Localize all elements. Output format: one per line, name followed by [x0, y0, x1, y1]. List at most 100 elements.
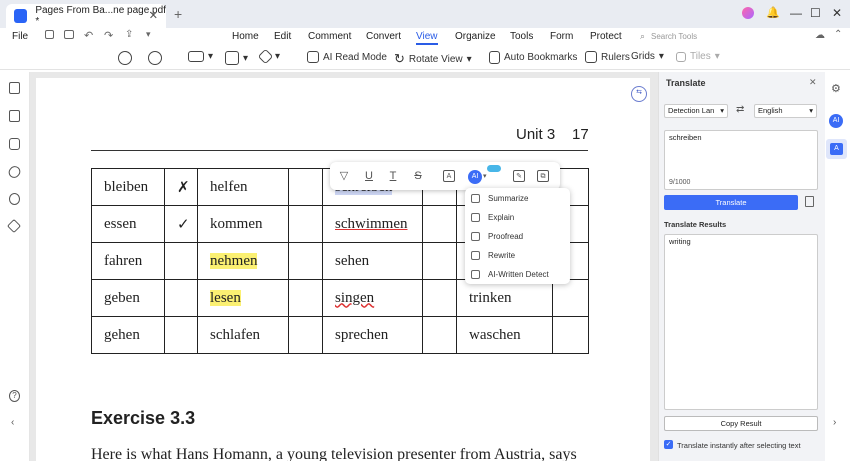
comments-icon[interactable]	[9, 138, 20, 150]
attachments-icon[interactable]	[6, 163, 23, 181]
menu-item-rewrite[interactable]: Rewrite	[471, 247, 515, 263]
source-language-value: Detection Lan	[668, 106, 715, 115]
bookmark-icon	[489, 51, 500, 64]
source-language-select[interactable]: Detection Lan ▾	[664, 104, 728, 118]
table-cell: lesen	[197, 279, 289, 317]
menu-item-label: Summarize	[488, 193, 529, 203]
auto-bookmarks-button[interactable]: Auto Bookmarks	[489, 51, 577, 64]
search-tools-input[interactable]: Search Tools	[651, 32, 697, 41]
edit-icon[interactable]: ✎	[513, 170, 525, 182]
table-cell: gehen	[91, 316, 165, 354]
ai-assistant-button[interactable]: AI	[468, 170, 482, 184]
menu-item-summarize[interactable]: Summarize	[471, 190, 528, 206]
table-cell	[164, 242, 198, 280]
quick-access-dropdown-icon[interactable]: ▾	[146, 29, 151, 40]
table-cell	[288, 168, 323, 206]
text-icon[interactable]: T	[387, 170, 399, 182]
maximize-button[interactable]: ☐	[810, 6, 821, 20]
table-cell: nehmen	[197, 242, 289, 280]
ai-dropdown-chevron-icon[interactable]: ▾	[483, 172, 487, 180]
copy-result-button[interactable]: Copy Result	[664, 416, 818, 431]
menu-tools[interactable]: Tools	[510, 31, 533, 42]
menu-item-label: Proofread	[488, 231, 524, 241]
table-cell: waschen	[456, 316, 553, 354]
undo-icon[interactable]: ↶	[84, 29, 93, 42]
rulers-button[interactable]: Rulers	[585, 51, 630, 63]
translate-button[interactable]: Translate	[664, 195, 798, 210]
chevron-down-icon: ▾	[720, 106, 724, 115]
search-icon[interactable]: ⌕	[640, 31, 645, 42]
pages-icon[interactable]	[9, 82, 20, 94]
properties-icon[interactable]: ⚙	[831, 82, 841, 95]
translate-float-icon[interactable]: ⇆	[631, 86, 647, 102]
save-icon[interactable]	[45, 30, 54, 39]
menu-item-ai-detect[interactable]: AI-Written Detect	[471, 266, 549, 282]
swap-languages-icon[interactable]: ⇄	[736, 104, 744, 115]
menu-organize[interactable]: Organize	[455, 31, 496, 42]
result-text: writing	[669, 237, 691, 246]
redo-icon[interactable]: ↷	[104, 29, 113, 42]
rotate-view-button[interactable]: ↻ Rotate View ▾	[394, 51, 472, 67]
search-panel-icon[interactable]	[9, 193, 20, 205]
zoom-out-icon[interactable]	[118, 51, 132, 65]
highlight-icon[interactable]: ▽	[338, 170, 350, 182]
panel-close-icon[interactable]: ✕	[809, 77, 817, 88]
presentation-icon[interactable]: ▾	[225, 51, 248, 65]
grids-button[interactable]: Grids ▾	[631, 51, 664, 62]
trash-icon[interactable]	[805, 196, 814, 207]
table-cell	[422, 279, 457, 317]
underline-icon[interactable]: U	[363, 170, 375, 182]
translate-icon: A	[830, 143, 843, 155]
cloud-upload-icon[interactable]: ☁	[815, 30, 825, 41]
avatar-icon[interactable]	[742, 7, 754, 19]
ai-new-badge	[487, 165, 501, 172]
menu-item-explain[interactable]: Explain	[471, 209, 514, 225]
tiles-icon	[676, 51, 686, 62]
strikethrough-icon[interactable]: S	[412, 170, 424, 182]
help-icon[interactable]: ?	[9, 390, 20, 402]
bookmarks-icon[interactable]	[9, 110, 20, 122]
instant-translate-label: Translate instantly after selecting text	[677, 441, 801, 450]
menu-item-proofread[interactable]: Proofread	[471, 228, 523, 244]
table-cell	[288, 279, 323, 317]
menu-home[interactable]: Home	[232, 31, 259, 42]
collapse-ribbon-icon[interactable]: ⌃	[834, 29, 842, 40]
menu-comment[interactable]: Comment	[308, 31, 351, 42]
table-cell: sprechen	[322, 316, 423, 354]
minimize-button[interactable]: —	[790, 6, 802, 20]
menu-view[interactable]: View	[416, 31, 438, 45]
notification-bell-icon[interactable]: 🔔	[766, 6, 780, 19]
menu-edit[interactable]: Edit	[274, 31, 291, 42]
add-text-icon[interactable]: A	[443, 170, 455, 182]
close-button[interactable]: ✕	[832, 6, 842, 20]
zoom-in-icon[interactable]	[148, 51, 162, 65]
page-display-icon[interactable]: ▾	[188, 51, 213, 62]
expand-right-icon[interactable]: ›	[833, 417, 836, 428]
menu-form[interactable]: Form	[550, 31, 573, 42]
target-language-select[interactable]: English ▾	[754, 104, 817, 118]
ai-read-mode-button[interactable]: AI Read Mode	[307, 51, 387, 63]
ai-read-mode-label: AI Read Mode	[323, 51, 387, 63]
menu-file[interactable]: File	[12, 31, 28, 42]
source-text-input[interactable]: schreiben 9/1000	[664, 130, 818, 190]
print-icon[interactable]	[64, 30, 74, 39]
view-toolbar: ▾ ▾ ▾ AI Read Mode ↻ Rotate View ▾ Auto Bo…	[0, 48, 850, 70]
document-tab[interactable]: Pages From Ba...ne page.pdf * ✕	[6, 4, 166, 28]
menu-item-label: Rewrite	[488, 250, 516, 260]
new-tab-button[interactable]: +	[174, 6, 182, 22]
background-fill-icon[interactable]: ▾	[257, 48, 280, 65]
rotate-view-label: Rotate View	[408, 53, 463, 65]
copy-icon[interactable]: ⧉	[537, 170, 549, 182]
tab-close-icon[interactable]: ✕	[149, 9, 158, 22]
layers-icon[interactable]	[6, 218, 22, 234]
ai-sidebar-icon[interactable]: AI	[829, 114, 843, 128]
share-icon[interactable]: ⇪	[125, 29, 133, 40]
body-paragraph: Here is what Hans Homann, a young televi…	[91, 446, 577, 461]
table-cell: helfen	[197, 168, 289, 206]
ruler-icon	[585, 51, 597, 63]
collapse-left-icon[interactable]: ‹	[11, 417, 14, 428]
highlighted-text: nehmen	[210, 252, 258, 269]
menu-protect[interactable]: Protect	[590, 31, 622, 42]
menu-convert[interactable]: Convert	[366, 31, 401, 42]
instant-translate-checkbox[interactable]: ✓	[664, 440, 673, 449]
